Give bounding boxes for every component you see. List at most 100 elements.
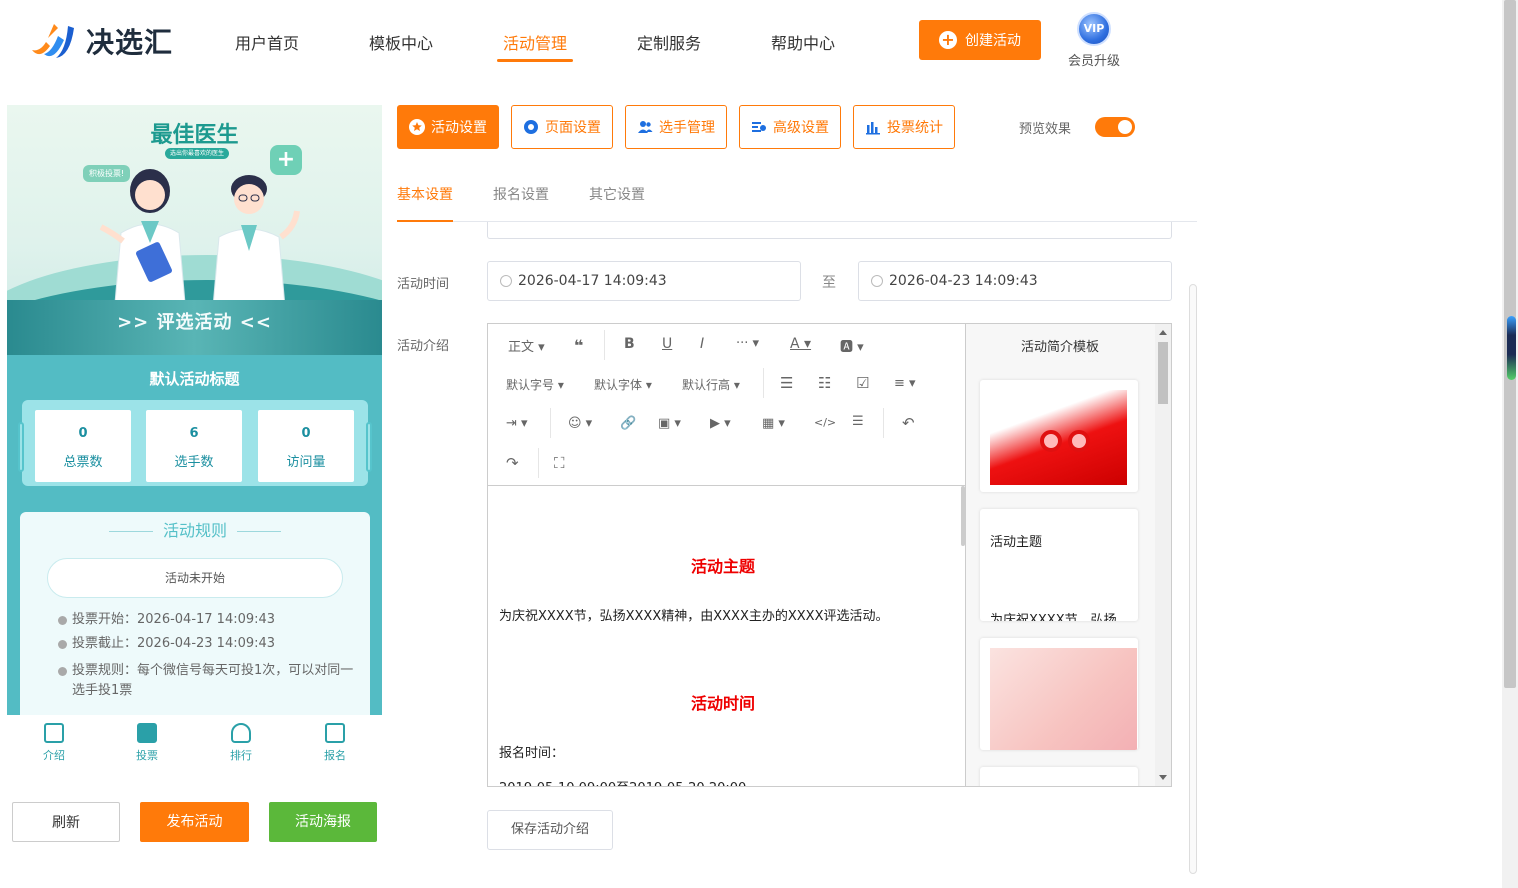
- underline-icon[interactable]: U: [662, 336, 672, 352]
- tab-label: 排行: [230, 749, 252, 762]
- template-scrollbar[interactable]: [1155, 324, 1171, 786]
- page-scrollbar[interactable]: [1502, 0, 1518, 888]
- nav-item-help[interactable]: 帮助中心: [771, 30, 835, 62]
- publish-activity-button[interactable]: 发布活动: [140, 802, 249, 842]
- tab-basic-settings[interactable]: 基本设置: [397, 184, 453, 222]
- background-color-icon[interactable]: 🅰 ▾: [840, 336, 864, 355]
- preview-effect-toggle[interactable]: [1095, 117, 1135, 137]
- clock-icon: [500, 275, 512, 287]
- advanced-settings-button[interactable]: 高级设置: [739, 105, 841, 149]
- content-text-signup-time: 报名时间：: [499, 746, 565, 761]
- fullscreen-icon[interactable]: ⛶: [554, 454, 565, 472]
- previous-field-edge: [487, 222, 1172, 239]
- divider-icon[interactable]: ☰: [852, 414, 864, 429]
- banner-title: 最佳医生: [150, 123, 239, 148]
- end-time-value: 2026-04-23 14:09:43: [889, 273, 1038, 289]
- tab-signup-settings[interactable]: 报名设置: [493, 184, 549, 204]
- scroll-down-icon[interactable]: [1159, 775, 1167, 780]
- side-float-widget[interactable]: [1507, 316, 1516, 380]
- top-navigation: 决选汇 用户首页 模板中心 活动管理 定制服务 帮助中心 + 创建活动 VIP …: [0, 0, 1500, 82]
- tab-label: 投票: [136, 749, 158, 762]
- code-icon[interactable]: </>: [814, 416, 836, 429]
- font-color-icon[interactable]: A ▾: [790, 336, 811, 352]
- logo-mark-icon: [32, 24, 74, 58]
- tab-intro[interactable]: 介绍: [24, 723, 84, 763]
- undo-icon[interactable]: ↶: [902, 414, 915, 432]
- nav-item-activity-management[interactable]: 活动管理: [496, 30, 574, 62]
- link-icon[interactable]: 🔗: [620, 416, 636, 431]
- italic-icon[interactable]: I: [700, 336, 704, 352]
- emoji-icon[interactable]: ☺ ▾: [568, 416, 592, 431]
- align-icon[interactable]: ≡ ▾: [894, 376, 916, 391]
- stat-label: 访问量: [286, 455, 326, 470]
- logo[interactable]: 决选汇: [28, 20, 173, 62]
- contestant-management-button[interactable]: 选手管理: [625, 105, 727, 149]
- settings-subtabs: 基本设置 报名设置 其它设置: [397, 170, 1197, 222]
- more-icon[interactable]: ··· ▾: [736, 336, 759, 351]
- preview-tabbar: 介绍 投票 排行 报名: [7, 715, 382, 771]
- bullet-list-icon[interactable]: ☰: [780, 374, 793, 392]
- vote-statistics-button[interactable]: 投票统计: [853, 105, 955, 149]
- signup-icon: [325, 723, 345, 743]
- redo-icon[interactable]: ↷: [506, 454, 519, 472]
- vip-upgrade[interactable]: VIP 会员升级: [1066, 12, 1122, 69]
- activity-settings-button[interactable]: 活动设置: [397, 105, 499, 149]
- save-intro-button[interactable]: 保存活动介绍: [487, 810, 613, 850]
- paragraph-select[interactable]: 正文 ▾: [508, 336, 545, 355]
- advanced-settings-label: 高级设置: [773, 120, 829, 136]
- editor-scrollbar[interactable]: [961, 486, 965, 546]
- content-heading-time: 活动时间: [690, 694, 755, 713]
- image-icon[interactable]: ▣ ▾: [658, 416, 681, 431]
- template-card-pink[interactable]: [980, 638, 1138, 750]
- end-time-input[interactable]: 2026-04-23 14:09:43: [858, 261, 1172, 301]
- evaluation-strip-text: >> 评选活动 <<: [117, 312, 272, 333]
- scroll-thumb[interactable]: [1158, 342, 1168, 404]
- quote-icon[interactable]: ❝: [574, 336, 583, 355]
- activity-status: 活动未开始: [47, 558, 343, 598]
- tab-signup[interactable]: 报名: [305, 723, 365, 763]
- stat-value: 6: [189, 426, 199, 441]
- intro-template-panel: 活动简介模板 活动主题 为庆祝XXXX节，弘扬: [966, 323, 1172, 787]
- date-separator: 至: [822, 275, 836, 291]
- create-activity-button[interactable]: + 创建活动: [919, 20, 1041, 60]
- table-icon[interactable]: ▦ ▾: [762, 416, 785, 431]
- contestant-management-label: 选手管理: [659, 120, 715, 136]
- mobile-preview: 最佳医生 选出你最喜欢的医生 积极投票! + >> 评选活动 << 默认活动标题: [7, 105, 382, 771]
- star-icon: [409, 119, 425, 135]
- content-heading-theme: 活动主题: [690, 557, 755, 576]
- video-icon[interactable]: ▶ ▾: [710, 416, 731, 431]
- numbered-list-icon[interactable]: ☷: [818, 374, 831, 392]
- editor-content[interactable]: 活动主题 为庆祝XXXX节，弘扬XXXX精神，由XXXX主办的XXXX评选活动。…: [488, 487, 958, 786]
- activity-poster-button[interactable]: 活动海报: [269, 802, 377, 842]
- start-time-input[interactable]: 2026-04-17 14:09:43: [487, 261, 801, 301]
- page-settings-button[interactable]: 页面设置: [511, 105, 613, 149]
- tab-label: 介绍: [43, 749, 65, 762]
- bold-icon[interactable]: B: [624, 336, 635, 352]
- settings-icon: [752, 122, 766, 132]
- settings-panel-scrollbar[interactable]: [1189, 284, 1197, 874]
- page-settings-label: 页面设置: [545, 120, 601, 136]
- template-card-text[interactable]: 活动主题 为庆祝XXXX节，弘扬: [980, 509, 1138, 621]
- nav-item-templates[interactable]: 模板中心: [369, 30, 433, 62]
- activity-time-label: 活动时间: [397, 277, 450, 292]
- activity-intro-label: 活动介绍: [397, 339, 450, 354]
- template-card-red[interactable]: [980, 380, 1138, 492]
- font-size-select[interactable]: 默认字号 ▾: [506, 376, 564, 393]
- tab-ranking[interactable]: 排行: [211, 723, 271, 763]
- vip-badge-icon: VIP: [1077, 12, 1111, 46]
- tab-vote[interactable]: 投票: [117, 723, 177, 763]
- tab-other-settings[interactable]: 其它设置: [589, 184, 645, 204]
- indent-icon[interactable]: ⇥ ▾: [506, 416, 528, 431]
- checklist-icon[interactable]: ☑: [856, 374, 869, 392]
- scroll-up-icon[interactable]: [1159, 330, 1167, 335]
- preview-banner: 最佳医生 选出你最喜欢的医生 积极投票! + >> 评选活动 <<: [7, 105, 382, 355]
- line-height-select[interactable]: 默认行高 ▾: [682, 376, 740, 393]
- refresh-button[interactable]: 刷新: [12, 802, 120, 842]
- nav-item-home[interactable]: 用户首页: [235, 30, 299, 62]
- toolbar-separator: [550, 408, 551, 438]
- start-time-value: 2026-04-17 14:09:43: [518, 273, 667, 289]
- template-card-next[interactable]: [980, 767, 1138, 786]
- nav-item-custom-service[interactable]: 定制服务: [637, 30, 701, 62]
- font-family-select[interactable]: 默认字体 ▾: [594, 376, 652, 393]
- template-pink-thumb: [990, 648, 1137, 750]
